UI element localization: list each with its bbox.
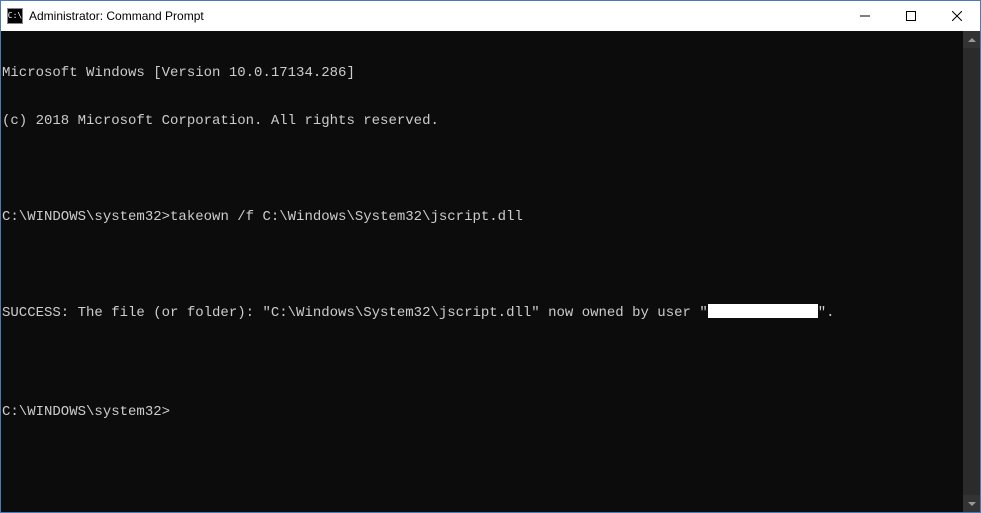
chevron-down-icon bbox=[968, 502, 976, 506]
vertical-scrollbar[interactable] bbox=[963, 31, 980, 512]
terminal-line: (c) 2018 Microsoft Corporation. All righ… bbox=[2, 113, 963, 129]
minimize-button[interactable] bbox=[842, 1, 888, 31]
minimize-icon bbox=[860, 11, 870, 21]
scrollbar-down-button[interactable] bbox=[963, 495, 980, 512]
cmd-icon-glyph: C:\ bbox=[8, 12, 22, 20]
content-area: Microsoft Windows [Version 10.0.17134.28… bbox=[1, 31, 980, 512]
window-title: Administrator: Command Prompt bbox=[29, 9, 204, 23]
terminal-blank-line bbox=[2, 353, 963, 369]
maximize-button[interactable] bbox=[888, 1, 934, 31]
terminal-prompt-line: C:\WINDOWS\system32>takeown /f C:\Window… bbox=[2, 209, 963, 225]
close-button[interactable] bbox=[934, 1, 980, 31]
terminal-line: Microsoft Windows [Version 10.0.17134.28… bbox=[2, 65, 963, 81]
scrollbar-up-button[interactable] bbox=[963, 31, 980, 48]
cursor bbox=[170, 401, 178, 415]
success-prefix: SUCCESS: The file (or folder): "C:\Windo… bbox=[2, 305, 708, 321]
terminal-output[interactable]: Microsoft Windows [Version 10.0.17134.28… bbox=[1, 31, 963, 512]
terminal-success-line: SUCCESS: The file (or folder): "C:\Windo… bbox=[2, 305, 963, 321]
success-suffix: ". bbox=[818, 305, 835, 321]
prompt-path: C:\WINDOWS\system32> bbox=[2, 209, 170, 225]
scrollbar-track[interactable] bbox=[963, 48, 980, 495]
terminal-prompt-line: C:\WINDOWS\system32> bbox=[2, 401, 963, 420]
terminal-blank-line bbox=[2, 161, 963, 177]
window-controls bbox=[842, 1, 980, 31]
cmd-icon: C:\ bbox=[7, 8, 23, 24]
chevron-up-icon bbox=[968, 38, 976, 42]
command-text: takeown /f C:\Windows\System32\jscript.d… bbox=[170, 209, 523, 225]
prompt-path: C:\WINDOWS\system32> bbox=[2, 404, 170, 420]
command-prompt-window: C:\ Administrator: Command Prompt Micros… bbox=[0, 0, 981, 513]
redacted-username bbox=[708, 304, 818, 318]
maximize-icon bbox=[906, 11, 916, 21]
close-icon bbox=[952, 11, 962, 21]
titlebar[interactable]: C:\ Administrator: Command Prompt bbox=[1, 1, 980, 31]
terminal-blank-line bbox=[2, 257, 963, 273]
